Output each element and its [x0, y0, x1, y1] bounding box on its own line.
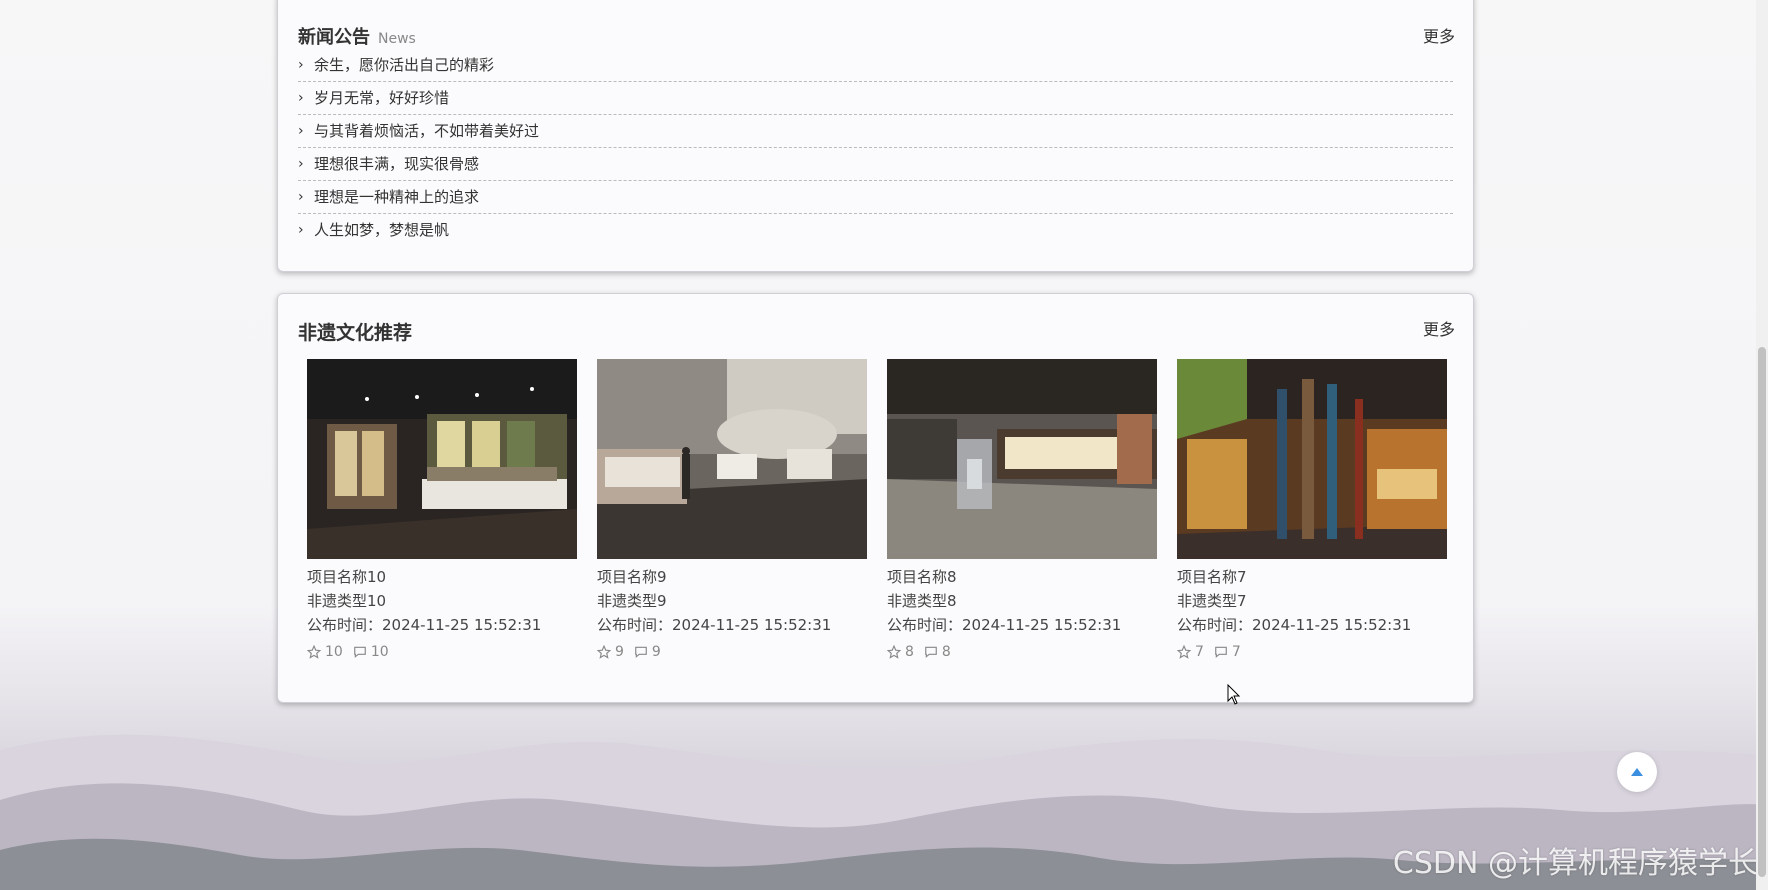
card-project-name[interactable]: 项目名称9 [597, 565, 867, 589]
news-item[interactable]: › 理想是一种精神上的追求 [298, 181, 1453, 214]
card-comments[interactable]: 7 [1214, 644, 1241, 660]
card-publish-time: 公布时间：2024-11-25 15:52:31 [887, 616, 1122, 634]
card-likes[interactable]: 7 [1177, 644, 1204, 660]
news-item[interactable]: › 理想很丰满，现实很骨感 [298, 148, 1453, 181]
card-publish-time: 公布时间：2024-11-25 15:52:31 [1177, 616, 1412, 634]
chevron-right-icon: › [298, 222, 304, 238]
recommend-title: 非遗文化推荐 [298, 322, 413, 344]
news-item[interactable]: › 余生，愿你活出自己的精彩 [298, 49, 1453, 82]
star-icon [597, 645, 611, 659]
mouse-cursor-icon [1227, 684, 1241, 705]
comments-count: 7 [1231, 644, 1241, 660]
news-item[interactable]: › 人生如梦，梦想是帆 [298, 214, 1453, 246]
card-image[interactable] [887, 359, 1157, 559]
card-comments[interactable]: 8 [924, 644, 951, 660]
card-likes[interactable]: 8 [887, 644, 914, 660]
card-stats: 9 9 [597, 644, 867, 660]
card-heritage-type: 非遗类型10 [307, 592, 387, 610]
page-scrollbar[interactable] [1756, 0, 1768, 890]
card-project-name[interactable]: 项目名称7 [1177, 565, 1447, 589]
csdn-watermark: CSDN @计算机程序猿学长 [1392, 846, 1758, 881]
news-item-text: 岁月无常，好好珍惜 [314, 89, 450, 107]
chevron-right-icon: › [298, 156, 304, 172]
comment-icon [1215, 646, 1227, 658]
comment-icon [635, 646, 647, 658]
chevron-right-icon: › [298, 90, 304, 106]
news-item-text: 人生如梦，梦想是帆 [314, 221, 450, 239]
likes-count: 9 [615, 644, 624, 660]
comment-icon [925, 646, 937, 658]
news-list: › 余生，愿你活出自己的精彩 › 岁月无常，好好珍惜 › 与其背着烦恼活，不如带着美好… [298, 49, 1453, 246]
card-stats: 10 10 [307, 644, 577, 660]
news-title: 新闻公告 News [298, 23, 416, 49]
chevron-right-icon: › [298, 123, 304, 139]
scrollbar-thumb[interactable] [1758, 347, 1766, 877]
comments-count: 9 [651, 644, 661, 660]
card-publish-time: 公布时间：2024-11-25 15:52:31 [307, 616, 542, 634]
news-item[interactable]: › 与其背着烦恼活，不如带着美好过 [298, 115, 1453, 148]
card-stats: 7 7 [1177, 644, 1447, 660]
chevron-right-icon: › [298, 189, 304, 205]
card-image[interactable] [597, 359, 867, 559]
comment-icon [353, 646, 366, 658]
card-project-name[interactable]: 项目名称10 [307, 565, 577, 589]
card-heritage-type: 非遗类型8 [887, 592, 957, 610]
card-project-name[interactable]: 项目名称8 [887, 565, 1157, 589]
news-panel: 新闻公告 News 更多 › 余生，愿你活出自己的精彩 › 岁月无常，好好珍惜 › 与其… [277, 0, 1474, 272]
news-item-text: 理想是一种精神上的追求 [314, 188, 480, 206]
news-item-text: 与其背着烦恼活，不如带着美好过 [314, 122, 540, 140]
card-image[interactable] [307, 359, 577, 559]
card-likes[interactable]: 9 [597, 644, 624, 660]
card-comments[interactable]: 10 [353, 644, 389, 660]
card-likes[interactable]: 10 [307, 644, 343, 660]
card-heritage-type: 非遗类型9 [597, 592, 667, 610]
news-subtitle: News [378, 31, 416, 47]
card-stats: 8 8 [887, 644, 1157, 660]
recommend-card[interactable]: 项目名称8 非遗类型8 公布时间：2024-11-25 15:52:31 8 8 [887, 359, 1157, 660]
recommend-card[interactable]: 项目名称9 非遗类型9 公布时间：2024-11-25 15:52:31 9 9 [597, 359, 867, 660]
comments-count: 8 [941, 644, 951, 660]
recommend-more-link[interactable]: 更多 [1423, 316, 1455, 340]
card-comments[interactable]: 9 [634, 644, 661, 660]
news-more-link[interactable]: 更多 [1423, 23, 1455, 47]
recommend-card[interactable]: 项目名称10 非遗类型10 公布时间：2024-11-25 15:52:31 1… [307, 359, 577, 660]
star-icon [1177, 645, 1191, 659]
star-icon [307, 645, 321, 659]
news-title-text: 新闻公告 [298, 27, 370, 48]
back-to-top-button[interactable] [1617, 752, 1657, 792]
likes-count: 7 [1195, 644, 1204, 660]
card-image[interactable] [1177, 359, 1447, 559]
news-item[interactable]: › 岁月无常，好好珍惜 [298, 82, 1453, 115]
news-item-text: 余生，愿你活出自己的精彩 [314, 56, 495, 74]
recommend-panel: 非遗文化推荐 更多 项目名称10 非遗类型10 公布时间：2024-11-25 … [277, 293, 1474, 703]
card-heritage-type: 非遗类型7 [1177, 592, 1247, 610]
recommend-card[interactable]: 项目名称7 非遗类型7 公布时间：2024-11-25 15:52:31 7 7 [1177, 359, 1447, 660]
news-item-text: 理想很丰满，现实很骨感 [314, 155, 480, 173]
card-publish-time: 公布时间：2024-11-25 15:52:31 [597, 616, 832, 634]
likes-count: 8 [905, 644, 914, 660]
likes-count: 10 [325, 644, 343, 660]
comments-count: 10 [370, 644, 389, 660]
recommend-card-list: 项目名称10 非遗类型10 公布时间：2024-11-25 15:52:31 1… [307, 359, 1447, 660]
chevron-right-icon: › [298, 57, 304, 73]
caret-up-icon [1631, 768, 1643, 776]
star-icon [887, 645, 901, 659]
